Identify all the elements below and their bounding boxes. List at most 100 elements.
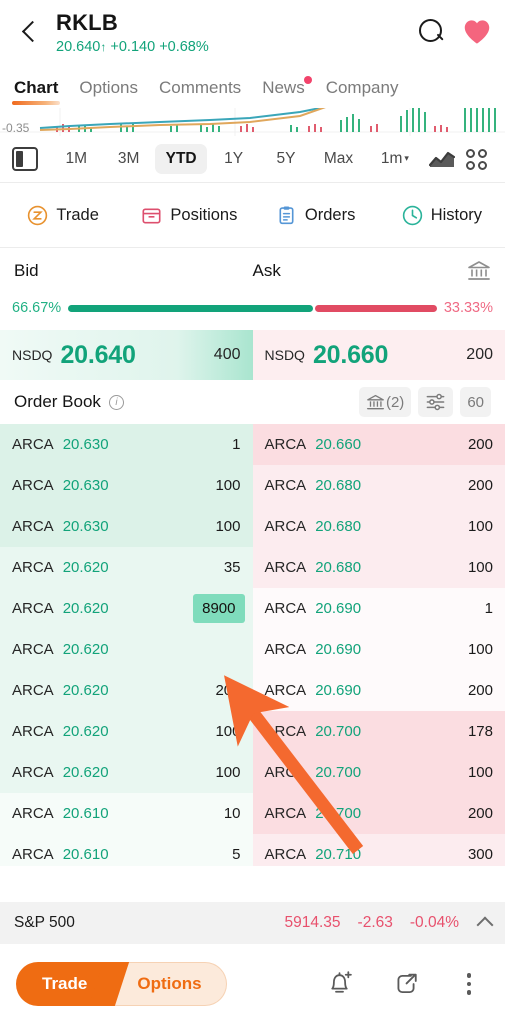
row-size: 100 [467,764,493,781]
range-ytd[interactable]: YTD [154,144,208,174]
row-price: 20.680 [315,477,362,494]
positions-box-icon [142,207,161,223]
alert-button[interactable] [326,970,353,998]
order-book-row[interactable]: ARCA 20.620 100 [0,752,253,793]
price-chart-strip[interactable]: -0.35 [0,108,505,136]
range-1m[interactable]: 1M [50,144,102,174]
row-venue: ARCA [12,805,54,822]
row-price: 20.620 [62,764,109,781]
tab-comments[interactable]: Comments [159,78,241,102]
candle-layout-icon[interactable] [12,147,38,171]
order-book-row[interactable]: ARCA 20.700 100 [252,752,505,793]
order-book-row[interactable]: ARCA 20.690 100 [252,629,505,670]
order-book-row[interactable]: ARCA 20.620 100 [0,711,253,752]
row-venue: ARCA [264,559,307,576]
range-3m[interactable]: 3M [102,144,154,174]
chart-type-button[interactable] [425,150,459,168]
row-price: 20.690 [315,600,362,617]
ask-size: 200 [466,346,493,363]
interval-selector[interactable]: 1m ▾ [365,150,425,168]
share-button[interactable] [393,971,419,997]
exchange-filter-chip[interactable]: (2) [358,387,412,417]
search-icon[interactable] [418,18,445,45]
action-label: History [430,205,483,224]
order-book-row[interactable]: ARCA 20.620 [0,629,253,670]
order-book-row[interactable]: ARCA 20.690 1 [252,588,505,629]
row-price: 20.630 [62,477,109,494]
order-book-bid-column: ARCA 20.630 1 ARCA 20.630 100 ARCA 20.630 100 ARC… [0,424,253,866]
order-book-row[interactable]: ARCA 20.610 10 [0,793,253,834]
row-price: 20.700 [315,764,362,781]
row-venue: ARCA [12,477,54,494]
range-1y[interactable]: 1Y [207,144,259,174]
action-positions[interactable]: Positions [126,205,252,226]
row-venue: ARCA [264,477,307,494]
index-values: 5914.35 -2.63 -0.04% [285,914,494,934]
order-book-title: Order Book [14,392,101,411]
order-book-row[interactable]: ARCA 20.630 1 [0,424,253,465]
range-5y[interactable]: 5Y [260,144,312,174]
order-book-row[interactable]: ARCA 20.620 35 [0,547,253,588]
best-bid-cell[interactable]: NSDQ 20.640 400 [0,330,253,380]
row-size: 100 [467,641,493,658]
tab-company[interactable]: Company [326,78,399,102]
order-book-row[interactable]: ARCA 20.710 300 [252,834,505,866]
order-book-ask-column: ARCA 20.660 200 ARCA 20.680 200 ARCA 20.680 100 A… [252,424,505,866]
order-book-row[interactable]: ARCA 20.680 100 [252,547,505,588]
order-book-row[interactable]: ARCA 20.700 200 [252,793,505,834]
row-venue: ARCA [12,518,54,535]
row-venue: ARCA [12,723,54,740]
row-price: 20.710 [315,846,362,863]
order-book-settings-button[interactable] [418,387,454,417]
best-ask-cell[interactable]: NSDQ 20.660 200 [252,330,505,380]
order-book-row[interactable]: ARCA 20.700 178 [252,711,505,752]
trade-button[interactable]: Trade [16,962,110,1006]
action-history[interactable]: History [379,205,505,226]
trade-options-toggle[interactable]: Trade Options [16,962,227,1006]
sliders-icon [426,393,445,411]
best-bid-ask-row: NSDQ 20.640 400 NSDQ 20.660 200 [0,330,505,380]
info-icon[interactable]: i [108,394,124,410]
app-header: RKLB 20.640↑ +0.140 +0.68% [0,0,505,66]
row-price: 20.610 [62,805,109,822]
ask-ratio-fill [314,304,437,312]
order-book-row[interactable]: ARCA 20.610 5 [0,834,253,866]
bank-icon[interactable] [467,260,491,282]
symbol-block[interactable]: RKLB 20.640↑ +0.140 +0.68% [50,8,418,57]
grid-view-button[interactable] [459,148,493,170]
more-vertical-icon[interactable] [459,969,480,999]
tab-news[interactable]: News [262,76,312,102]
row-price: 20.690 [315,641,362,658]
order-book-row[interactable]: ARCA 20.620 200 [0,670,253,711]
order-book-row[interactable]: ARCA 20.630 100 [0,465,253,506]
quote-change: +0.140 [110,39,156,55]
row-venue: ARCA [264,723,307,740]
chart-svg [0,108,505,136]
order-book-row[interactable]: ARCA 20.680 200 [252,465,505,506]
row-venue: ARCA [12,559,54,576]
row-price: 20.660 [315,436,362,453]
bid-ask-ratio-bar: 66.67% 33.33% [0,294,505,322]
row-size: 200 [215,682,241,699]
action-trade[interactable]: Trade [0,205,126,226]
tab-chart[interactable]: Chart [11,78,61,105]
order-book-row[interactable]: ARCA 20.620 8900 [0,588,253,629]
order-book-depth-chip[interactable]: 60 [460,387,491,417]
ask-percent: 33.33% [443,300,493,316]
order-book[interactable]: ARCA 20.630 1 ARCA 20.630 100 ARCA 20.630 100 ARC… [0,424,505,866]
order-book-row[interactable]: ARCA 20.680 100 [252,506,505,547]
heart-icon[interactable] [463,19,491,45]
action-orders[interactable]: Orders [253,205,379,226]
row-price: 20.610 [62,846,109,863]
bid-size: 400 [213,346,241,363]
order-book-row[interactable]: ARCA 20.630 100 [0,506,253,547]
chevron-up-icon[interactable] [476,916,494,934]
index-ticker-bar[interactable]: S&P 500 5914.35 -2.63 -0.04% [0,902,505,944]
row-size: 35 [223,559,241,576]
exchange-count: (2) [385,393,405,411]
tab-options[interactable]: Options [79,78,138,102]
order-book-row[interactable]: ARCA 20.690 200 [252,670,505,711]
back-button[interactable] [10,8,50,54]
range-max[interactable]: Max [312,144,364,174]
order-book-row[interactable]: ARCA 20.660 200 [252,424,505,465]
